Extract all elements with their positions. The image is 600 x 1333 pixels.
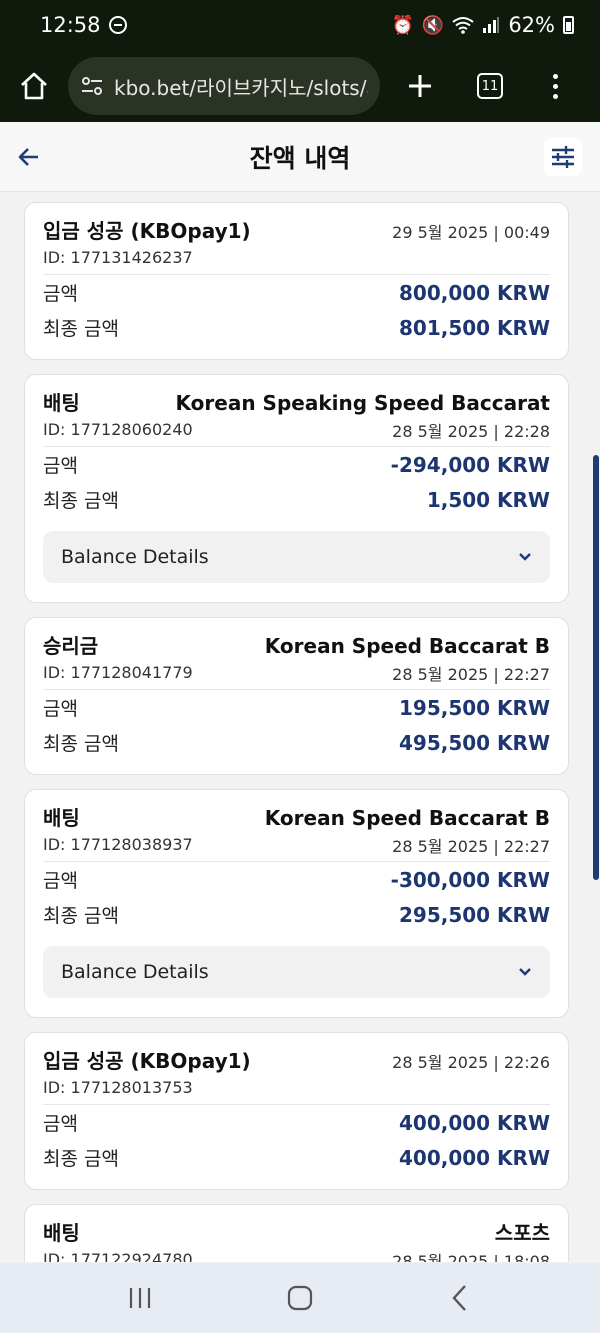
- final-amount-label: 최종 금액: [43, 490, 119, 512]
- plus-icon: [409, 75, 431, 97]
- transaction-date: 28 5월 2025 | 22:26: [392, 1053, 550, 1072]
- back-arrow-icon: [18, 148, 38, 166]
- recents-icon: [129, 1288, 151, 1308]
- more-vert-icon: [552, 73, 558, 99]
- amount-value: 800,000 KRW: [398, 280, 550, 305]
- transaction-id: ID: 177128038937: [43, 835, 193, 854]
- url-text: kbo.bet/라이브카지노/slots/a: [114, 75, 368, 100]
- tab-switcher-button[interactable]: 11: [460, 50, 520, 122]
- final-amount-value: 295,500 KRW: [398, 902, 550, 927]
- amount-label: 금액: [43, 283, 78, 305]
- battery-percent: 62%: [508, 13, 555, 37]
- game-name: 스포츠: [494, 1221, 550, 1245]
- amount-value: 400,000 KRW: [398, 1110, 550, 1135]
- battery-icon: [563, 16, 574, 34]
- signal-icon: [483, 17, 500, 33]
- final-amount-value: 400,000 KRW: [398, 1145, 550, 1170]
- transaction-id: ID: 177128041779: [43, 663, 193, 682]
- balance-details-label: Balance Details: [61, 961, 209, 983]
- page-title: 잔액 내역: [249, 143, 351, 173]
- do-not-disturb-icon: [108, 16, 127, 34]
- transaction-card[interactable]: 입금 성공 (KBOpay1) 29 5월 2025 | 00:49 ID: 17…: [24, 202, 569, 360]
- mute-icon: 🔇: [421, 14, 445, 36]
- transaction-id: ID: 177128060240: [43, 420, 193, 439]
- transaction-date: 28 5월 2025 | 22:27: [392, 836, 550, 856]
- transaction-date: 29 5월 2025 | 00:49: [392, 223, 550, 242]
- transaction-id: ID: 177122924780: [43, 1250, 193, 1262]
- transaction-list[interactable]: 입금 성공 (KBOpay1) 29 5월 2025 | 00:49 ID: 17…: [0, 192, 600, 1262]
- home-button[interactable]: [0, 50, 68, 122]
- status-bar: 12:58 ⏰ 🔇 62%: [0, 0, 600, 50]
- transaction-type: 입금 성공 (KBOpay1): [43, 1049, 251, 1073]
- address-bar[interactable]: kbo.bet/라이브카지노/slots/a: [68, 57, 380, 115]
- transaction-card[interactable]: 배팅 스포츠 ID: 177122924780 28 5월 2025 | 18:08: [24, 1204, 569, 1262]
- amount-value: -294,000 KRW: [390, 452, 550, 477]
- site-settings-icon[interactable]: [80, 76, 104, 96]
- status-time-group: 12:58: [40, 13, 127, 37]
- amount-label: 금액: [43, 870, 78, 892]
- transaction-type: 승리금: [43, 634, 99, 658]
- transaction-id: ID: 177128013753: [43, 1078, 193, 1097]
- transaction-id: ID: 177131426237: [43, 248, 193, 267]
- final-amount-value: 801,500 KRW: [398, 315, 550, 340]
- amount-label: 금액: [43, 455, 78, 477]
- amount-label: 금액: [43, 698, 78, 720]
- balance-details-toggle[interactable]: Balance Details: [43, 531, 550, 583]
- status-time: 12:58: [40, 13, 101, 37]
- system-nav-bar: [0, 1263, 600, 1333]
- transaction-type: 입금 성공 (KBOpay1): [43, 219, 251, 243]
- back-nav-button[interactable]: [430, 1268, 490, 1328]
- browser-toolbar: kbo.bet/라이브카지노/slots/a 11: [0, 50, 600, 122]
- recents-button[interactable]: [110, 1268, 170, 1328]
- back-button[interactable]: [14, 142, 44, 172]
- alarm-icon: ⏰: [391, 14, 414, 36]
- home-nav-icon: [287, 1285, 313, 1311]
- tab-count: 11: [477, 73, 503, 99]
- amount-value: 195,500 KRW: [398, 695, 550, 720]
- transaction-type: 배팅: [43, 1221, 80, 1245]
- filter-button[interactable]: [544, 138, 582, 176]
- final-amount-label: 최종 금액: [43, 318, 119, 340]
- filter-icon: [552, 146, 574, 168]
- transaction-card[interactable]: 배팅 Korean Speaking Speed Baccarat ID: 177…: [24, 374, 569, 603]
- amount-value: -300,000 KRW: [390, 867, 550, 892]
- final-amount-value: 1,500 KRW: [426, 487, 550, 512]
- balance-details-label: Balance Details: [61, 546, 209, 568]
- page-header: 잔액 내역: [0, 122, 600, 192]
- home-nav-button[interactable]: [270, 1268, 330, 1328]
- scrollbar[interactable]: [593, 455, 599, 880]
- transaction-date: 28 5월 2025 | 22:27: [392, 664, 550, 684]
- status-icons: ⏰ 🔇 62%: [391, 13, 574, 37]
- game-name: Korean Speed Baccarat B: [264, 806, 550, 830]
- new-tab-button[interactable]: [380, 50, 460, 122]
- game-name: Korean Speaking Speed Baccarat: [175, 391, 550, 415]
- balance-details-toggle[interactable]: Balance Details: [43, 946, 550, 998]
- game-name: Korean Speed Baccarat B: [264, 634, 550, 658]
- back-nav-icon: [452, 1285, 466, 1311]
- transaction-type: 배팅: [43, 806, 80, 830]
- final-amount-label: 최종 금액: [43, 1148, 119, 1170]
- wifi-icon: [452, 17, 474, 34]
- final-amount-label: 최종 금액: [43, 905, 119, 927]
- browser-menu-button[interactable]: [520, 50, 590, 122]
- transaction-card[interactable]: 입금 성공 (KBOpay1) 28 5월 2025 | 22:26 ID: 17…: [24, 1032, 569, 1190]
- amount-label: 금액: [43, 1113, 78, 1135]
- transaction-card[interactable]: 승리금 Korean Speed Baccarat B ID: 177128041…: [24, 617, 569, 775]
- final-amount-label: 최종 금액: [43, 733, 119, 755]
- transaction-date: 28 5월 2025 | 18:08: [392, 1251, 550, 1263]
- final-amount-value: 495,500 KRW: [398, 730, 550, 755]
- transaction-date: 28 5월 2025 | 22:28: [392, 421, 550, 441]
- transaction-type: 배팅: [43, 391, 80, 415]
- chevron-down-icon: [519, 553, 531, 561]
- home-icon: [21, 72, 47, 100]
- transaction-card[interactable]: 배팅 Korean Speed Baccarat B ID: 1771280389…: [24, 789, 569, 1018]
- chevron-down-icon: [519, 968, 531, 976]
